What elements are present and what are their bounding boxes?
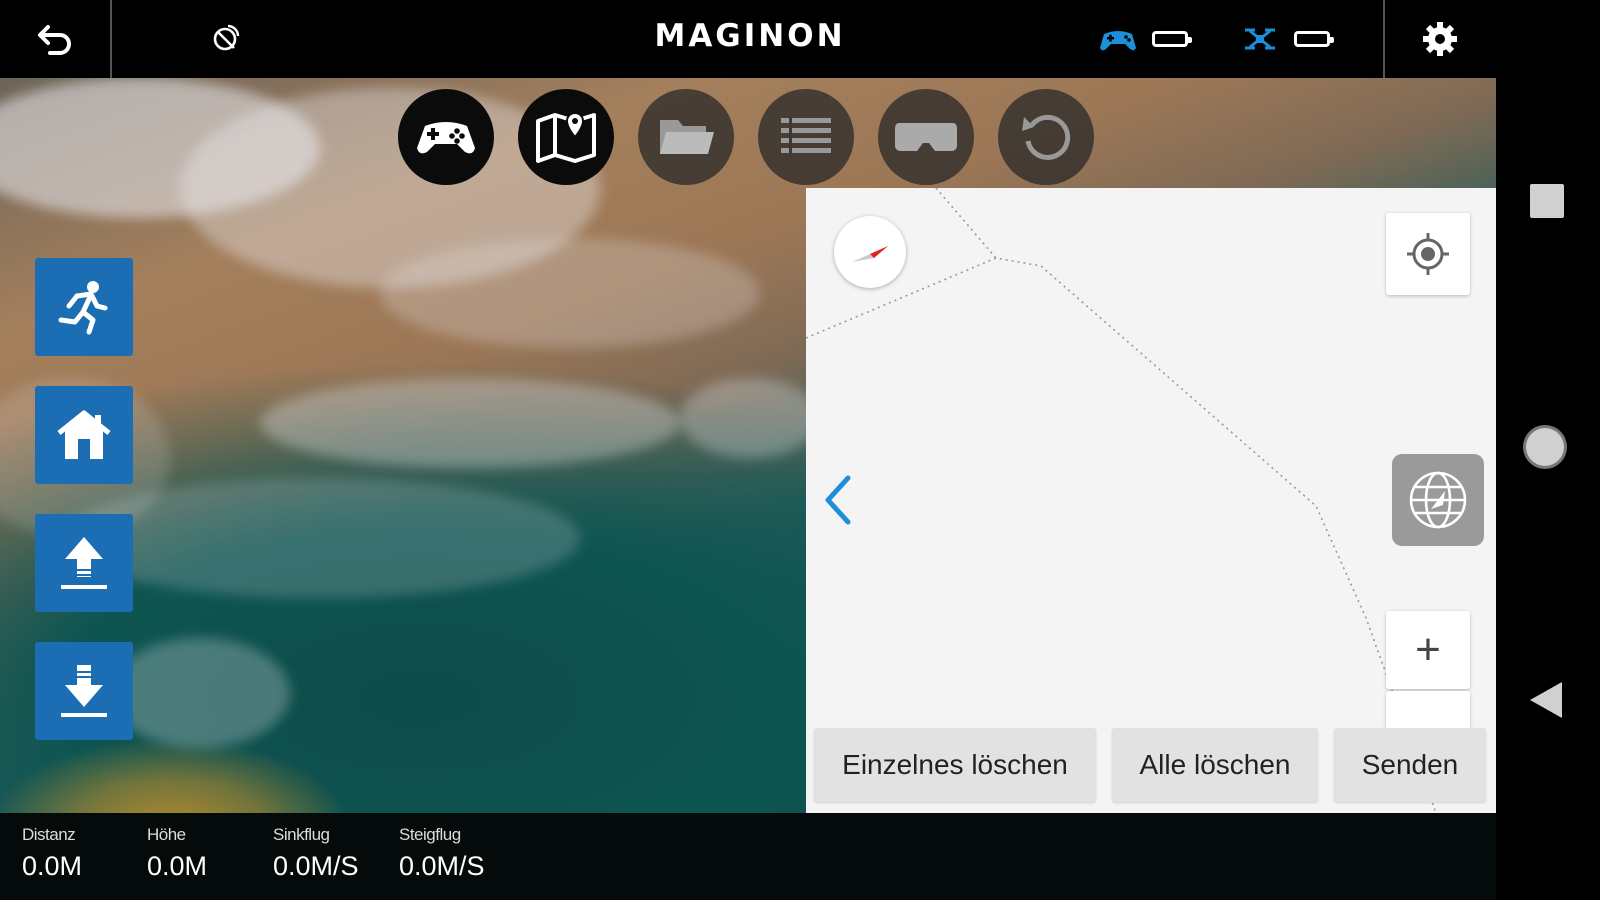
collapse-panel-button[interactable] bbox=[820, 472, 856, 533]
mode-vr-button[interactable] bbox=[878, 89, 974, 185]
gamepad-icon bbox=[1100, 31, 1136, 51]
telemetry-altitude: Höhe 0.0M bbox=[147, 825, 207, 882]
gamepad-icon bbox=[417, 122, 475, 154]
telemetry-label: Steigflug bbox=[399, 825, 461, 844]
mode-media-button[interactable] bbox=[638, 89, 734, 185]
compass-icon bbox=[852, 246, 888, 262]
telemetry-value: 0.0M bbox=[22, 851, 83, 881]
follow-me-runner-icon bbox=[58, 281, 108, 335]
takeoff-button[interactable] bbox=[35, 514, 133, 612]
telemetry-ascent: Steigflug 0.0M/S bbox=[399, 825, 485, 882]
zoom-in-button[interactable]: + bbox=[1386, 611, 1470, 689]
battery-icon bbox=[1152, 31, 1192, 47]
undo-arrow-icon bbox=[38, 25, 71, 55]
telemetry-label: Höhe bbox=[147, 825, 186, 844]
compass-button[interactable] bbox=[834, 216, 906, 288]
telemetry-value: 0.0M bbox=[147, 851, 208, 881]
landing-icon bbox=[61, 665, 107, 717]
folder-icon bbox=[660, 120, 714, 154]
vr-goggles-icon bbox=[895, 123, 957, 151]
recent-apps-icon[interactable] bbox=[1530, 184, 1564, 218]
telemetry-value: 0.0M/S bbox=[273, 851, 359, 881]
back-triangle-icon[interactable] bbox=[1530, 682, 1562, 718]
chevron-left-icon bbox=[825, 475, 851, 525]
controller-battery bbox=[1148, 0, 1192, 78]
landing-button[interactable] bbox=[35, 642, 133, 740]
telemetry-value: 0.0M/S bbox=[399, 851, 485, 881]
telemetry-distance: Distanz 0.0M bbox=[22, 825, 82, 882]
controller-status bbox=[1097, 0, 1139, 78]
back-button[interactable] bbox=[18, 0, 94, 78]
crosshair-icon bbox=[1407, 233, 1449, 275]
mode-map-button[interactable] bbox=[518, 89, 614, 185]
telemetry-descent: Sinkflug 0.0M/S bbox=[273, 825, 359, 882]
drone-battery bbox=[1290, 0, 1334, 78]
divider bbox=[1383, 0, 1385, 78]
map-pin-icon bbox=[536, 111, 596, 163]
mode-list-button[interactable] bbox=[758, 89, 854, 185]
map-panel[interactable]: + Einzelnes löschen Alle löschen Senden bbox=[806, 188, 1496, 813]
drone-icon bbox=[1245, 28, 1275, 50]
satellite-icon bbox=[213, 24, 240, 51]
mode-rotate-button[interactable] bbox=[998, 89, 1094, 185]
divider bbox=[110, 0, 112, 78]
home-icon bbox=[57, 410, 111, 459]
map-type-button[interactable] bbox=[1392, 454, 1484, 546]
home-circle-icon[interactable] bbox=[1526, 428, 1564, 466]
battery-icon bbox=[1294, 31, 1334, 47]
telemetry-bar: Distanz 0.0M Höhe 0.0M Sinkflug 0.0M/S S… bbox=[0, 813, 1496, 900]
gear-icon bbox=[1423, 22, 1457, 56]
follow-me-button[interactable] bbox=[35, 258, 133, 356]
send-button[interactable]: Senden bbox=[1334, 728, 1486, 802]
rotate-icon bbox=[1022, 114, 1071, 160]
brand-logo: MAGINON bbox=[654, 18, 846, 54]
delete-all-button[interactable]: Alle löschen bbox=[1112, 728, 1318, 802]
globe-icon bbox=[1409, 471, 1467, 529]
top-bar: MAGINON bbox=[0, 0, 1496, 78]
mode-flight-control-button[interactable] bbox=[398, 89, 494, 185]
delete-single-button[interactable]: Einzelnes löschen bbox=[814, 728, 1096, 802]
takeoff-icon bbox=[61, 537, 107, 589]
drone-status bbox=[1240, 0, 1280, 78]
telemetry-label: Sinkflug bbox=[273, 825, 330, 844]
gps-status-button[interactable] bbox=[195, 0, 255, 78]
list-icon bbox=[781, 116, 831, 156]
settings-button[interactable] bbox=[1405, 0, 1475, 78]
android-nav-bar bbox=[1496, 0, 1600, 900]
telemetry-label: Distanz bbox=[22, 825, 76, 844]
zoom-out-button[interactable] bbox=[1386, 691, 1470, 731]
return-home-button[interactable] bbox=[35, 386, 133, 484]
locate-button[interactable] bbox=[1386, 213, 1470, 295]
